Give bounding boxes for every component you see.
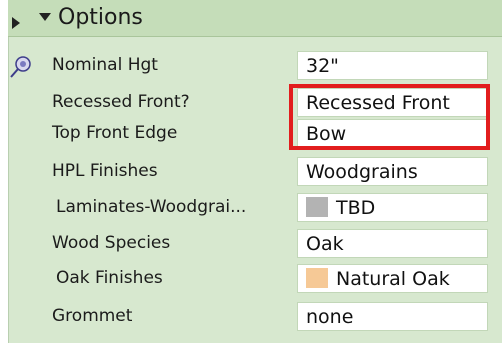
property-label: Grommet bbox=[52, 306, 133, 326]
color-swatch bbox=[306, 268, 328, 288]
options-title: Options bbox=[58, 5, 143, 30]
property-row-recessed-front: Recessed Front? Recessed Front bbox=[44, 86, 502, 119]
pushpin-icon[interactable] bbox=[8, 55, 36, 79]
property-label: Laminates-Woodgrai... bbox=[56, 197, 247, 217]
property-value-oak-finishes[interactable]: Natural Oak bbox=[297, 264, 488, 293]
property-label: Oak Finishes bbox=[56, 268, 163, 288]
property-row-nominal-hgt: Nominal Hgt 32" bbox=[44, 49, 502, 82]
property-label: Wood Species bbox=[52, 233, 171, 253]
property-row-wood-species: Wood Species Oak bbox=[44, 227, 502, 260]
property-label: Top Front Edge bbox=[52, 123, 178, 143]
property-value-laminates[interactable]: TBD bbox=[297, 193, 488, 222]
property-value-recessed-front[interactable]: Recessed Front bbox=[297, 88, 488, 117]
property-label: HPL Finishes bbox=[52, 161, 158, 181]
property-row-oak-finishes: Oak Finishes Natural Oak bbox=[44, 262, 502, 295]
property-value-nominal-hgt[interactable]: 32" bbox=[297, 51, 488, 80]
property-row-grommet: Grommet none bbox=[44, 300, 502, 333]
options-panel: Options Nominal Hgt 32" Recessed Front? … bbox=[0, 0, 502, 343]
property-value-grommet[interactable]: none bbox=[297, 302, 488, 331]
property-value-top-front-edge[interactable]: Bow bbox=[297, 119, 488, 148]
triangle-right-icon[interactable] bbox=[12, 17, 20, 29]
property-row-laminates: Laminates-Woodgrai... TBD bbox=[44, 191, 502, 224]
property-row-hpl-finishes: HPL Finishes Woodgrains bbox=[44, 155, 502, 188]
property-value-wood-species[interactable]: Oak bbox=[297, 229, 488, 258]
property-row-top-front-edge: Top Front Edge Bow bbox=[44, 117, 502, 150]
color-swatch bbox=[306, 197, 328, 217]
property-label: Nominal Hgt bbox=[52, 55, 158, 75]
triangle-down-icon[interactable] bbox=[39, 13, 51, 21]
property-label: Recessed Front? bbox=[52, 92, 190, 112]
property-value-hpl-finishes[interactable]: Woodgrains bbox=[297, 157, 488, 186]
